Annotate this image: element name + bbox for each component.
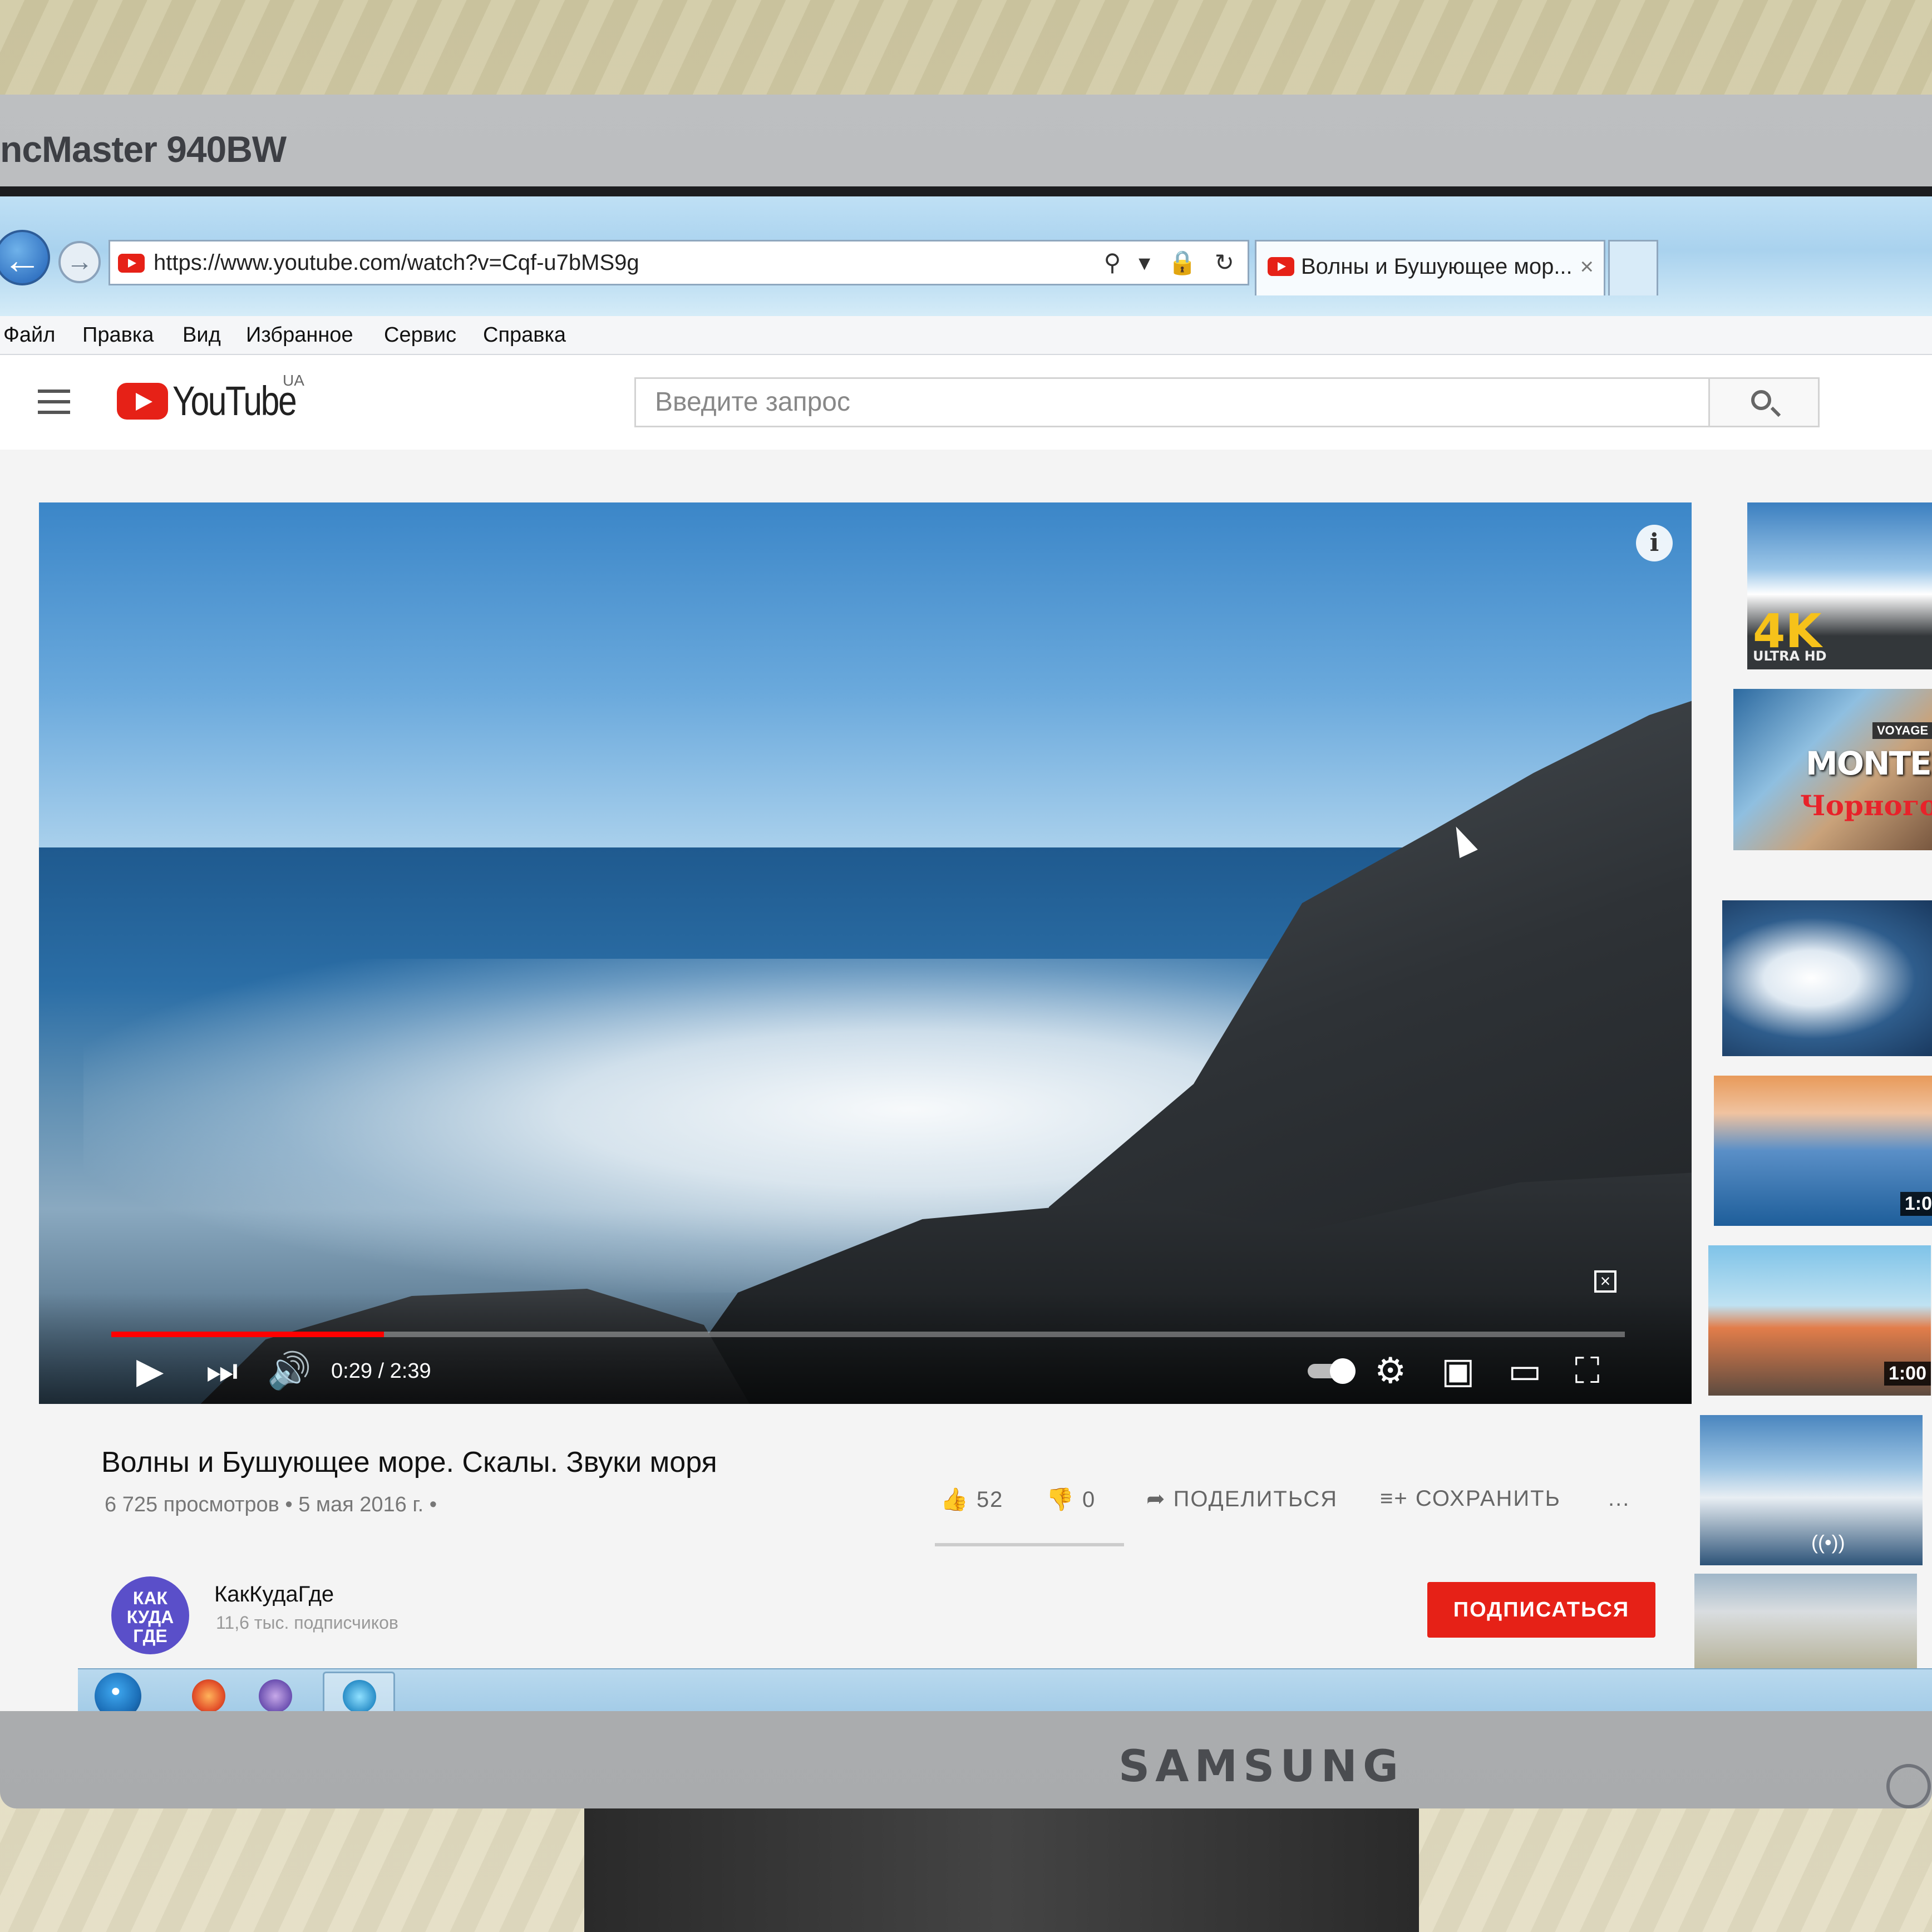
annotation-close-icon[interactable]: ×	[1594, 1270, 1616, 1293]
time-display: 0:29 / 2:39	[331, 1359, 431, 1383]
playlist-add-icon: ≡+	[1380, 1486, 1408, 1511]
address-bar-icons[interactable]: ⚲ ▾ 🔒 ↻	[1104, 241, 1240, 284]
video-meta: 6 725 просмотров • 5 мая 2016 г. •	[105, 1493, 437, 1516]
miniplayer-icon[interactable]: ▣	[1441, 1351, 1475, 1390]
users-icon[interactable]	[259, 1679, 292, 1711]
windows-taskbar	[78, 1668, 1932, 1711]
live-icon: ((•))	[1811, 1531, 1845, 1554]
play-icon[interactable]: ▶	[136, 1351, 164, 1390]
menu-help[interactable]: Справка	[483, 316, 566, 354]
volume-icon[interactable]: 🔊	[267, 1351, 312, 1390]
menu-view[interactable]: Вид	[183, 316, 221, 354]
thumbs-down-icon: 👎	[1046, 1487, 1075, 1512]
monitor-stand	[584, 1808, 1419, 1932]
search-button[interactable]	[1708, 377, 1820, 427]
menu-edit[interactable]: Правка	[82, 316, 154, 354]
youtube-favicon-icon	[118, 254, 145, 273]
thumbnail-duration: 1:0	[1900, 1192, 1932, 1216]
forward-button[interactable]: →	[58, 241, 101, 283]
info-icon[interactable]: i	[1636, 525, 1673, 561]
sentiment-bar	[935, 1543, 1124, 1546]
thumbnail-tag: VOYAGE	[1872, 722, 1932, 739]
thumbnail-subtitle: Чорногор	[1800, 789, 1932, 822]
channel-subscribers: 11,6 тыс. подписчиков	[216, 1613, 398, 1633]
sidebar-thumbnail[interactable]: 4K ULTRA HD	[1747, 502, 1932, 669]
like-button[interactable]: 👍 52	[940, 1486, 1003, 1512]
sidebar-thumbnail[interactable]: 1:00	[1708, 1245, 1931, 1396]
firefox-icon[interactable]	[192, 1679, 225, 1711]
like-count: 52	[976, 1487, 1004, 1512]
settings-gear-icon[interactable]: ⚙	[1374, 1351, 1406, 1390]
menu-favorites[interactable]: Избранное	[246, 316, 353, 354]
thumbnail-duration: 1:00	[1884, 1362, 1931, 1386]
address-bar[interactable]: https://www.youtube.com/watch?v=Cqf-u7bM…	[109, 240, 1249, 285]
youtube-logo-text[interactable]: YouTube	[172, 377, 297, 425]
address-url: https://www.youtube.com/watch?v=Cqf-u7bM…	[154, 250, 639, 275]
youtube-logo-icon[interactable]	[117, 383, 168, 420]
arrow-right-icon: →	[66, 247, 93, 277]
fullscreen-icon[interactable]: ⛶	[1575, 1351, 1600, 1390]
channel-name[interactable]: КакКудаГде	[214, 1582, 334, 1607]
video-frame-sky	[39, 502, 1692, 847]
menu-file[interactable]: Файл	[3, 316, 55, 354]
theater-mode-icon[interactable]: ▭	[1508, 1351, 1541, 1390]
sidebar-thumbnail[interactable]: ((•))	[1700, 1415, 1923, 1565]
tab-title: Волны и Бушующее мор...	[1301, 254, 1573, 279]
thumbnail-title: MONTENE	[1806, 745, 1932, 782]
start-button-icon[interactable]	[95, 1673, 141, 1711]
monitor-brand-label: SAMSUNG	[1118, 1742, 1404, 1792]
back-button[interactable]: ←	[0, 230, 50, 285]
share-label: ПОДЕЛИТЬСЯ	[1173, 1487, 1338, 1511]
internet-explorer-icon	[343, 1680, 376, 1711]
save-label: СОХРАНИТЬ	[1415, 1486, 1561, 1511]
sidebar-thumbnail[interactable]: 1:0	[1714, 1076, 1932, 1226]
new-tab-button[interactable]	[1608, 240, 1658, 295]
share-icon: ➦	[1146, 1487, 1166, 1511]
video-player[interactable]: i × ▶ ⏭ 🔊 0:29 / 2:39 ⚙ ▣ ▭ ⛶	[39, 502, 1692, 1404]
progress-bar[interactable]	[111, 1332, 1625, 1337]
tab-close-icon[interactable]: ×	[1580, 241, 1594, 292]
taskbar-active-window[interactable]	[323, 1672, 395, 1711]
search-icon	[1751, 390, 1771, 410]
more-actions-button[interactable]: ...	[1608, 1486, 1630, 1511]
autoplay-toggle[interactable]	[1308, 1358, 1356, 1384]
country-code: UA	[283, 372, 304, 389]
search-input[interactable]: Введите запрос	[634, 377, 1708, 427]
next-icon[interactable]: ⏭	[206, 1351, 238, 1390]
youtube-favicon-icon	[1268, 257, 1294, 276]
browser-tab[interactable]: Волны и Бушующее мор... ×	[1255, 240, 1605, 295]
channel-avatar[interactable]: КАК КУДА ГДЕ	[111, 1576, 189, 1654]
subscribe-button[interactable]: ПОДПИСАТЬСЯ	[1427, 1582, 1655, 1638]
screen: ← → https://www.youtube.com/watch?v=Cqf-…	[0, 186, 1932, 1711]
menu-bar: Файл Правка Вид Избранное Сервис Справка	[0, 316, 1932, 355]
save-button[interactable]: ≡+ СОХРАНИТЬ	[1380, 1486, 1561, 1511]
sidebar-thumbnail[interactable]: VOYAGE MONTENE Чорногор	[1733, 689, 1932, 850]
video-title: Волны и Бушующее море. Скалы. Звуки моря	[101, 1446, 717, 1478]
arrow-left-icon: ←	[3, 238, 42, 282]
sidebar-thumbnail[interactable]	[1722, 900, 1932, 1056]
monitor-model-label: ncMaster 940BW	[0, 129, 287, 170]
dislike-count: 0	[1082, 1487, 1096, 1512]
sidebar-thumbnail[interactable]	[1694, 1574, 1917, 1668]
hamburger-menu-icon[interactable]	[38, 390, 70, 414]
share-button[interactable]: ➦ ПОДЕЛИТЬСЯ	[1146, 1486, 1338, 1512]
thumbnail-badge: 4K ULTRA HD	[1753, 604, 1827, 664]
youtube-header: YouTube UA Введите запрос	[0, 355, 1932, 450]
power-button-icon[interactable]	[1886, 1764, 1931, 1808]
progress-bar-fill	[111, 1332, 384, 1337]
browser-toolbar: ← → https://www.youtube.com/watch?v=Cqf-…	[0, 196, 1932, 316]
thumbs-up-icon: 👍	[940, 1487, 969, 1512]
dislike-button[interactable]: 👎 0	[1046, 1486, 1096, 1512]
menu-tools[interactable]: Сервис	[384, 316, 456, 354]
